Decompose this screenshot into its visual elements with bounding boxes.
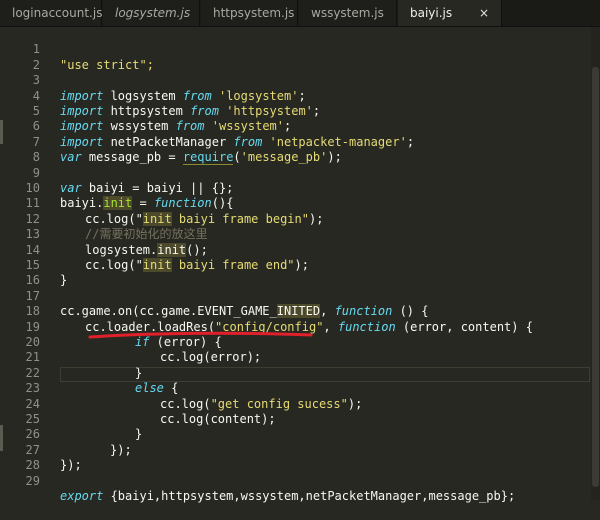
code-line-12: 12 //需要初始化的放这里: [0, 196, 590, 241]
code-line-18: 18 cc.loader.loadRes("config/config", fu…: [0, 289, 590, 333]
code-line-13: 13 logsystem.init();: [0, 212, 590, 257]
code-line-17: 17 cc.game.on(cc.game.EVENT_GAME_INITED,…: [0, 273, 590, 319]
tab-label: wssystem.js: [311, 6, 384, 20]
code-line-26: 26 });: [0, 412, 590, 456]
tab-wssystem[interactable]: wssystem.js: [299, 0, 397, 26]
red-underline-annotation: [88, 331, 313, 339]
scroll-thumb[interactable]: [592, 67, 599, 487]
tab-label: logsystem.js: [115, 6, 191, 20]
tab-label: loginaccount.js: [12, 6, 103, 20]
close-icon[interactable]: ×: [479, 0, 489, 26]
code-line-8: 8: [0, 135, 590, 164]
code-line-28: 28: [0, 443, 590, 472]
code-line-23: 23 cc.log("get config sucess");: [0, 366, 590, 410]
tab-bar: loginaccount.js logsystem.js httpsystem.…: [0, 0, 600, 27]
tab-label: httpsystem.js: [213, 6, 295, 20]
code-line-7: 7 var message_pb = require('message_pb')…: [0, 119, 590, 166]
code-token: {baiyi,httpsystem,wssystem,netPacketMana…: [103, 489, 516, 503]
code-line-29: 29 export {baiyi,httpsystem,wssystem,net…: [0, 458, 590, 503]
tab-logsystem[interactable]: logsystem.js: [103, 0, 200, 26]
code-line-11: 11 cc.log("init baiyi frame begin");: [0, 181, 590, 226]
code-line-16: 16: [0, 258, 590, 287]
code-token: export: [60, 489, 104, 503]
code-editor[interactable]: 1 "use strict"; 2 3 import logsystem fro…: [0, 27, 600, 503]
code-line-15: 15 }: [0, 243, 590, 287]
tab-httpsystem[interactable]: httpsystem.js: [201, 0, 298, 26]
code-line-10: 10 baiyi.init = function(){: [0, 166, 590, 211]
code-line-1: 1 "use strict";: [0, 27, 590, 71]
line-number: 29: [25, 473, 40, 488]
code-line-3: 3 import logsystem from 'logsystem';: [0, 58, 590, 102]
code-line-2: 2: [0, 42, 590, 72]
code-line-22: 22 else {: [0, 350, 590, 395]
code-line-4: 4 import httpsystem from 'httpsystem';: [0, 73, 590, 118]
code-line-5: 5 import wssystem from 'wssystem';: [0, 89, 590, 133]
code-line-19: 19 if (error) {: [0, 304, 590, 349]
vertical-scrollbar[interactable]: [591, 27, 600, 500]
tab-baiyi[interactable]: baiyi.js ×: [398, 0, 502, 26]
code-line-25: 25 }: [0, 397, 590, 441]
code-line-14: 14 cc.log("init baiyi frame end");: [0, 227, 590, 272]
code-line-9: 9 var baiyi = baiyi || {};: [0, 150, 590, 195]
tab-label: baiyi.js: [410, 6, 453, 20]
code-line-24: 24 cc.log(content);: [0, 381, 590, 426]
tab-loginaccount[interactable]: loginaccount.js: [0, 0, 102, 26]
code-line-27: 27 });: [0, 427, 590, 472]
code-line-6: 6 import netPacketManager from 'netpacke…: [0, 104, 590, 148]
